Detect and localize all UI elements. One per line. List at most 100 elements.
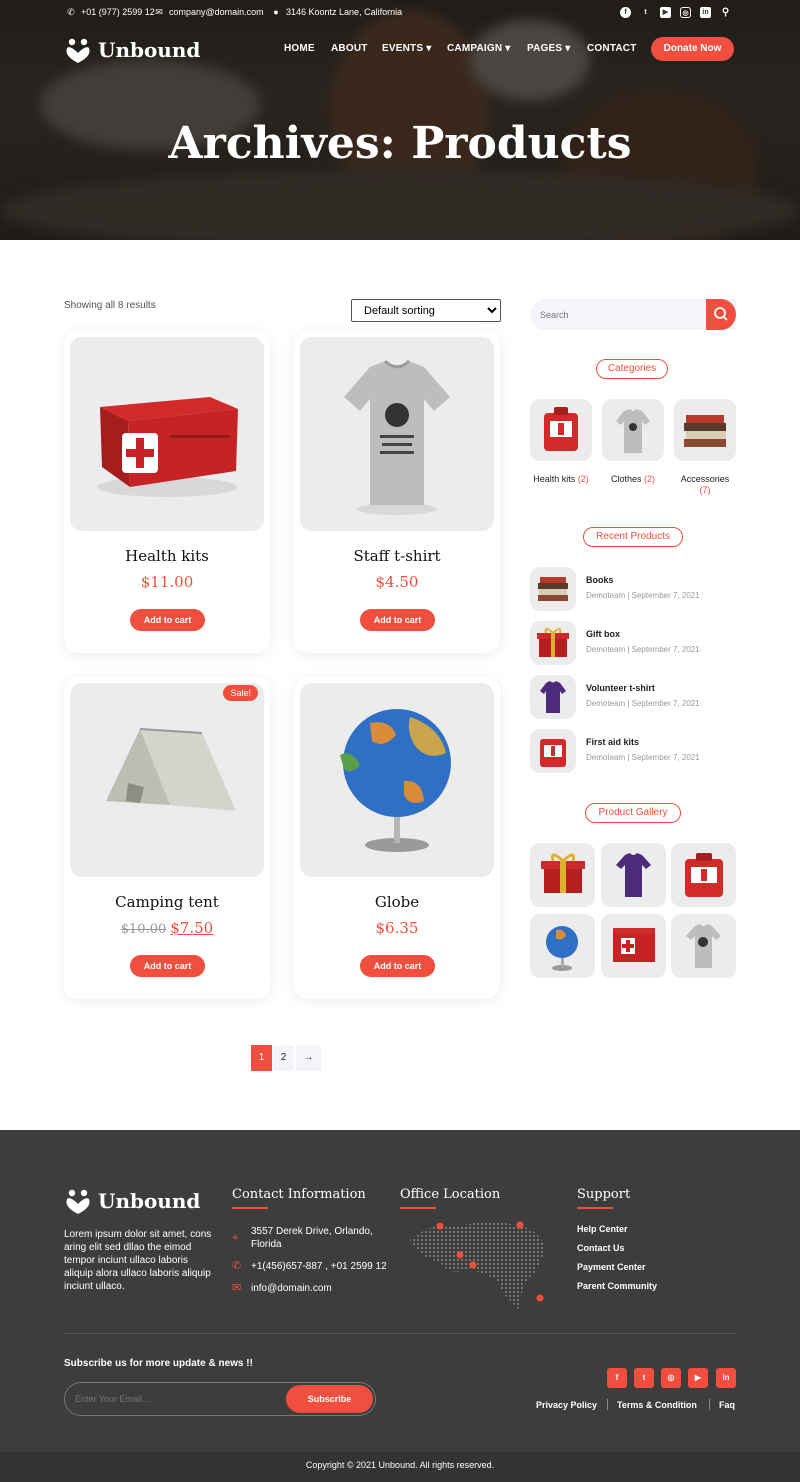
product-image[interactable] bbox=[70, 337, 264, 531]
nav-events[interactable]: EVENTS ▾ bbox=[382, 43, 431, 54]
footer-youtube-icon[interactable]: ▶ bbox=[688, 1368, 708, 1388]
product-name[interactable]: Globe bbox=[294, 893, 500, 911]
product-card[interactable]: Globe $6.35 Add to cart bbox=[294, 677, 500, 999]
product-image[interactable] bbox=[300, 337, 494, 531]
recent-gift-box-thumb[interactable] bbox=[530, 621, 576, 665]
gallery-first-aid-kit[interactable] bbox=[671, 843, 736, 907]
gallery-staff-tshirt[interactable] bbox=[671, 914, 736, 978]
price-value: $4.50 bbox=[375, 573, 419, 591]
address-text: 3146 Koontz Lane, California bbox=[286, 7, 403, 17]
nav-contact[interactable]: CONTACT bbox=[587, 43, 637, 54]
phone-icon: ✆ bbox=[232, 1260, 242, 1272]
phone-icon: ✆ bbox=[67, 7, 75, 17]
site-logo[interactable]: Unbound bbox=[64, 36, 200, 64]
topbar-phone[interactable]: ✆ +01 (977) 2599 12 bbox=[66, 7, 155, 17]
category-health-kits-link[interactable]: Health kits (2) bbox=[526, 474, 596, 484]
product-name[interactable]: Health kits bbox=[64, 547, 270, 565]
category-health-kits-thumb[interactable] bbox=[530, 399, 592, 461]
add-to-cart-button[interactable]: Add to cart bbox=[360, 955, 435, 977]
product-name[interactable]: Camping tent bbox=[64, 893, 270, 911]
subscribe-form: Subscribe bbox=[64, 1382, 376, 1416]
category-accessories-thumb[interactable] bbox=[674, 399, 736, 461]
gallery-first-aid-box[interactable] bbox=[601, 914, 666, 978]
nav-pages[interactable]: PAGES ▾ bbox=[527, 43, 571, 54]
category-count: (2) bbox=[577, 474, 589, 484]
category-clothes-link[interactable]: Clothes (2) bbox=[598, 474, 668, 484]
nav-campaign[interactable]: CAMPAIGN ▾ bbox=[447, 43, 511, 54]
footer-logo[interactable]: Unbound bbox=[64, 1187, 200, 1215]
youtube-icon[interactable]: ▶ bbox=[660, 7, 671, 18]
nav-about[interactable]: ABOUT bbox=[331, 43, 368, 54]
nav-home[interactable]: HOME bbox=[284, 43, 315, 54]
tshirt-image bbox=[616, 409, 650, 453]
recent-volunteer-tshirt-thumb[interactable] bbox=[530, 675, 576, 719]
donate-button[interactable]: Donate Now bbox=[651, 37, 734, 61]
add-to-cart-button[interactable]: Add to cart bbox=[130, 955, 205, 977]
product-name[interactable]: Staff t-shirt bbox=[294, 547, 500, 565]
recent-product-meta: Demoteam | September 7, 2021 bbox=[586, 753, 700, 762]
page-2-link[interactable]: 2 bbox=[273, 1045, 294, 1071]
search-input[interactable] bbox=[530, 299, 700, 330]
category-accessories-link[interactable]: Accessories (7) bbox=[670, 474, 740, 496]
search-icon[interactable]: ⚲ bbox=[720, 7, 731, 18]
privacy-policy-link[interactable]: Privacy Policy bbox=[536, 1400, 597, 1410]
globe-image bbox=[546, 926, 578, 971]
first-aid-box-image bbox=[613, 928, 655, 962]
product-price: $4.50 bbox=[294, 573, 500, 591]
add-to-cart-button[interactable]: Add to cart bbox=[130, 609, 205, 631]
facebook-icon[interactable]: f bbox=[620, 7, 631, 18]
category-clothes-thumb[interactable] bbox=[602, 399, 664, 461]
product-image[interactable] bbox=[70, 683, 264, 877]
page-title: Archives: Products bbox=[168, 118, 632, 169]
footer-about-text: Lorem ipsum dolor sit amet, cons aring e… bbox=[64, 1229, 212, 1292]
support-payment-center[interactable]: Payment Center bbox=[577, 1262, 646, 1272]
recent-first-aid-kits-thumb[interactable] bbox=[530, 729, 576, 773]
support-contact-us[interactable]: Contact Us bbox=[577, 1243, 625, 1253]
instagram-icon[interactable]: ◎ bbox=[680, 7, 691, 18]
support-help-center[interactable]: Help Center bbox=[577, 1224, 628, 1234]
terms-link[interactable]: Terms & Condition bbox=[617, 1400, 697, 1410]
gallery-gift-box[interactable] bbox=[530, 843, 595, 907]
footer-facebook-icon[interactable]: f bbox=[607, 1368, 627, 1388]
gallery-purple-tshirt[interactable] bbox=[601, 843, 666, 907]
faq-link[interactable]: Faq bbox=[719, 1400, 735, 1410]
recent-product-title[interactable]: Gift box bbox=[586, 629, 620, 639]
topbar-address: ● 3146 Koontz Lane, California bbox=[271, 7, 402, 17]
first-aid-kit-image bbox=[540, 739, 566, 767]
twitter-icon[interactable]: t bbox=[640, 7, 651, 18]
product-card[interactable]: Health kits $11.00 Add to cart bbox=[64, 331, 270, 653]
page-1-link[interactable]: 1 bbox=[251, 1045, 272, 1071]
recent-product-title[interactable]: Volunteer t-shirt bbox=[586, 683, 655, 693]
footer-divider bbox=[64, 1333, 736, 1334]
recent-books-thumb[interactable] bbox=[530, 567, 576, 611]
sorting-select[interactable]: Default sorting bbox=[351, 299, 501, 322]
recent-product-title[interactable]: Books bbox=[586, 575, 614, 585]
product-price: $11.00 bbox=[64, 573, 270, 591]
gallery-globe[interactable] bbox=[530, 914, 595, 978]
subscribe-button[interactable]: Subscribe bbox=[286, 1385, 373, 1413]
footer-instagram-icon[interactable]: ◎ bbox=[661, 1368, 681, 1388]
contact-info-heading: Contact Information bbox=[232, 1187, 366, 1209]
brand-name: Unbound bbox=[98, 1189, 201, 1213]
map-pin-icon: ⌖ bbox=[232, 1232, 239, 1244]
product-card[interactable]: Staff t-shirt $4.50 Add to cart bbox=[294, 331, 500, 653]
footer-linkedin-icon[interactable]: in bbox=[716, 1368, 736, 1388]
contact-email[interactable]: info@domain.com bbox=[251, 1282, 332, 1295]
books-image bbox=[538, 577, 568, 601]
topbar-email[interactable]: ✉ company@domain.com bbox=[154, 7, 264, 17]
add-to-cart-button[interactable]: Add to cart bbox=[360, 609, 435, 631]
linkedin-icon[interactable]: in bbox=[700, 7, 711, 18]
search-button[interactable] bbox=[706, 299, 736, 330]
books-image bbox=[684, 415, 726, 447]
support-parent-community[interactable]: Parent Community bbox=[577, 1281, 657, 1291]
product-image[interactable] bbox=[300, 683, 494, 877]
subscribe-email-input[interactable] bbox=[75, 1389, 275, 1409]
product-card[interactable]: Sale! Camping tent $10.00 $7.50 Add to ca… bbox=[64, 677, 270, 999]
footer-twitter-icon[interactable]: t bbox=[634, 1368, 654, 1388]
nav-campaign-label: CAMPAIGN bbox=[447, 43, 503, 54]
envelope-icon: ✉ bbox=[232, 1282, 242, 1294]
recent-product-title[interactable]: First aid kits bbox=[586, 737, 639, 747]
email-text: company@domain.com bbox=[169, 7, 264, 17]
recent-product-meta: Demoteam | September 7, 2021 bbox=[586, 699, 700, 708]
next-page-arrow-icon[interactable]: → bbox=[296, 1045, 321, 1071]
